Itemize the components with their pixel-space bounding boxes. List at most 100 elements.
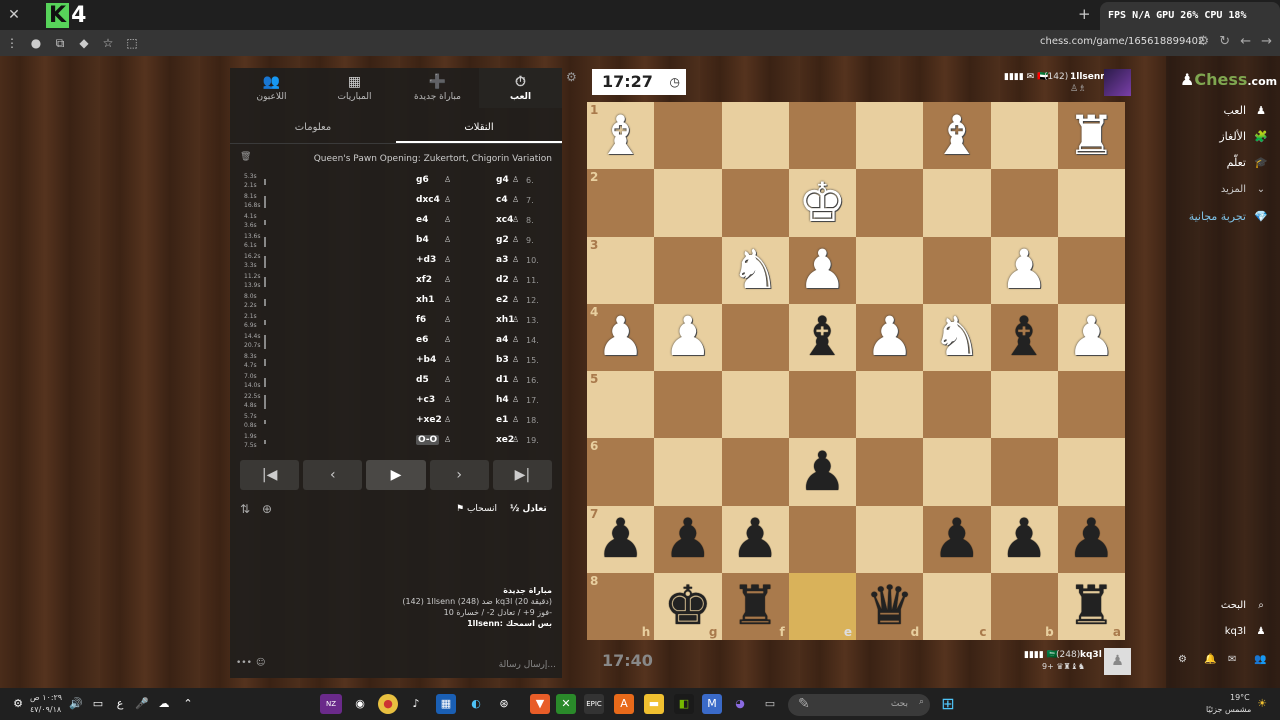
gear-icon[interactable]: ⚙ xyxy=(566,70,577,84)
white-pawn-piece[interactable]: ♟ xyxy=(596,310,644,364)
draw-button[interactable]: ½ تعادل xyxy=(510,504,547,514)
black-rook-piece[interactable]: ♜ xyxy=(731,579,779,633)
board-square[interactable] xyxy=(990,438,1058,506)
tab-play[interactable]: ⏱ العب xyxy=(479,68,562,108)
white-king-piece[interactable]: ♚ xyxy=(798,175,846,230)
board-square[interactable] xyxy=(856,371,924,439)
board-square[interactable] xyxy=(654,438,722,506)
new-tab-button[interactable]: + xyxy=(1078,5,1091,23)
black-move[interactable]: +xe2 xyxy=(416,415,442,425)
board-square[interactable]: 6 xyxy=(587,438,655,506)
profile-icon[interactable]: ● xyxy=(24,36,48,50)
black-move[interactable]: +c3 xyxy=(416,395,435,405)
board-square[interactable]: 8h xyxy=(587,572,655,640)
board-square[interactable] xyxy=(654,102,722,170)
board-square[interactable]: ♟ xyxy=(654,303,722,371)
clock-date[interactable]: ٤٧/٠٩/١٨ xyxy=(30,705,61,714)
board-square[interactable]: ♟ xyxy=(923,505,991,573)
board-square[interactable]: ♟ xyxy=(856,303,924,371)
black-rook-piece[interactable]: ♜ xyxy=(1067,579,1115,633)
chesscom-logo[interactable]: ♟Chess.com xyxy=(1180,70,1277,89)
sidebar-search[interactable]: البحث ⌕ xyxy=(1221,600,1270,611)
first-move-button[interactable]: |◀ xyxy=(240,460,300,490)
bookmark-star-icon[interactable]: ☆ xyxy=(96,36,120,50)
sidebar-item-more[interactable]: المزيد ⌄ xyxy=(1221,184,1270,195)
board-square[interactable]: ♞ xyxy=(923,303,991,371)
black-pawn-piece[interactable]: ♟ xyxy=(731,512,779,566)
steam-icon[interactable]: ⊛ xyxy=(494,694,514,714)
board-square[interactable]: ♟ xyxy=(721,505,789,573)
avatar[interactable]: ♟ xyxy=(1104,648,1131,675)
battery-icon[interactable]: ▭ xyxy=(88,694,108,714)
board-square[interactable] xyxy=(856,102,924,170)
forward-icon[interactable]: → xyxy=(1261,34,1272,49)
xbox-icon[interactable]: ✕ xyxy=(556,694,576,714)
app-icon[interactable]: A xyxy=(614,694,634,714)
board-square[interactable] xyxy=(721,438,789,506)
board-square[interactable] xyxy=(788,371,856,439)
black-queen-piece[interactable]: ♛ xyxy=(865,579,913,633)
board-square[interactable]: ♟ xyxy=(788,236,856,304)
board-square[interactable]: ♝ xyxy=(990,303,1058,371)
reload-icon[interactable]: ↻ xyxy=(1219,34,1230,49)
board-square[interactable] xyxy=(990,102,1058,170)
black-move[interactable]: e4 xyxy=(416,215,428,225)
black-pawn-piece[interactable]: ♟ xyxy=(1067,512,1115,566)
language-indicator[interactable]: ع xyxy=(110,694,130,714)
shield-icon[interactable]: ◆ xyxy=(72,36,96,50)
board-square[interactable] xyxy=(721,371,789,439)
black-pawn-piece[interactable]: ♟ xyxy=(933,512,981,566)
opponent-name[interactable]: 1llsenn xyxy=(1070,72,1107,82)
black-pawn-piece[interactable]: ♟ xyxy=(1000,512,1048,566)
board-square[interactable] xyxy=(1057,438,1125,506)
board-square[interactable]: e xyxy=(788,572,856,640)
weather-temp[interactable]: 19°C xyxy=(1230,693,1250,702)
white-pawn-piece[interactable]: ♟ xyxy=(664,310,712,364)
white-bishop-piece[interactable]: ♝ xyxy=(933,108,981,163)
subtab-moves[interactable]: النقلات xyxy=(396,112,562,143)
sidebar-item-puzzles[interactable]: الألغاز 🧩 xyxy=(1219,130,1270,143)
black-move[interactable]: g6 xyxy=(416,175,429,185)
nzxt-icon[interactable]: NZ xyxy=(320,694,342,714)
board-square[interactable]: ♞ xyxy=(721,236,789,304)
white-move[interactable]: d1 xyxy=(496,375,509,385)
brave-icon[interactable]: ▼ xyxy=(530,694,550,714)
friends-icon[interactable]: 👥 xyxy=(1254,654,1266,665)
black-pawn-piece[interactable]: ♟ xyxy=(664,512,712,566)
board-square[interactable]: d ♛ xyxy=(856,572,924,640)
black-move[interactable]: +b4 xyxy=(416,355,436,365)
board-square[interactable] xyxy=(990,169,1058,237)
discord-icon[interactable]: ◕ xyxy=(730,694,750,714)
board-square[interactable]: ♟ xyxy=(990,505,1058,573)
trash-icon[interactable]: 🗑 xyxy=(240,152,251,162)
white-move[interactable]: xc4 xyxy=(496,215,513,225)
tab-games[interactable]: ▦ المباريات xyxy=(313,68,396,108)
back-icon[interactable]: ← xyxy=(1240,34,1251,49)
board-square[interactable] xyxy=(721,303,789,371)
white-pawn-piece[interactable]: ♟ xyxy=(1000,243,1048,297)
board-square[interactable]: ♟ xyxy=(1057,303,1125,371)
white-move[interactable]: a3 xyxy=(496,255,508,265)
menu-dots-icon[interactable]: ⋮ xyxy=(0,36,24,50)
extensions-icon[interactable]: ⧉ xyxy=(48,36,72,51)
nvidia-icon[interactable]: ◧ xyxy=(674,694,694,714)
screenshot-icon[interactable]: ⬚ xyxy=(120,36,144,50)
emoji-icon[interactable]: ☺ xyxy=(256,658,265,668)
bell-icon[interactable]: 🔔 xyxy=(1204,654,1216,665)
white-move[interactable]: b3 xyxy=(496,355,509,365)
white-knight-piece[interactable]: ♞ xyxy=(933,310,981,364)
close-tab-icon[interactable]: ✕ xyxy=(0,7,28,23)
white-move[interactable]: a4 xyxy=(496,335,508,345)
board-square[interactable] xyxy=(1057,169,1125,237)
chat-input[interactable]: إرسال رسالة... ••• ☺ xyxy=(230,656,562,676)
white-move[interactable]: h4 xyxy=(496,395,509,405)
windows-start-icon[interactable]: ⊞ xyxy=(938,694,958,714)
white-move[interactable]: g4 xyxy=(496,175,509,185)
board-square[interactable]: f ♜ xyxy=(721,572,789,640)
black-bishop-piece[interactable]: ♝ xyxy=(798,310,846,364)
black-move[interactable]: O-O xyxy=(416,435,440,445)
white-move[interactable]: xe2 xyxy=(496,435,514,445)
sidebar-user[interactable]: kq3l ♟ xyxy=(1225,626,1270,637)
board-square[interactable] xyxy=(654,371,722,439)
board-square[interactable] xyxy=(923,438,991,506)
